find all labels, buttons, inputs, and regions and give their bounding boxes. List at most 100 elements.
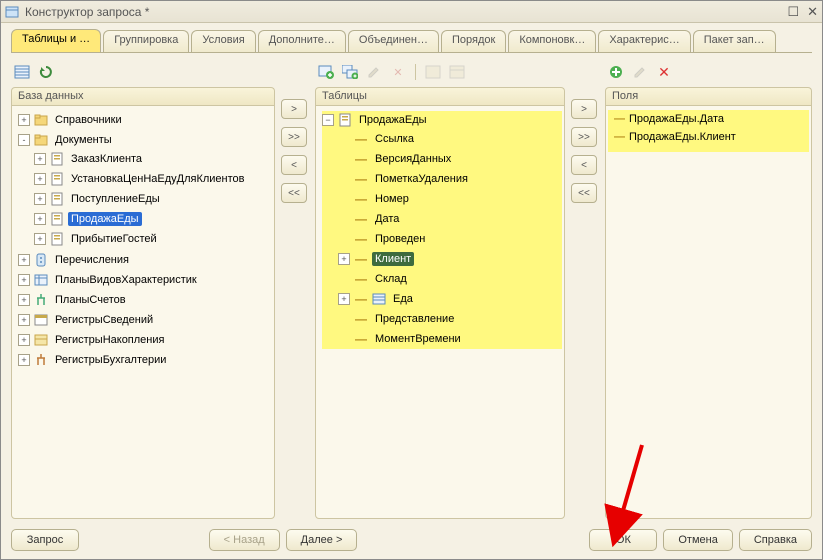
tree-label: Перечисления — [52, 253, 132, 267]
ok-button[interactable]: ОК — [589, 529, 657, 551]
tables-tree[interactable]: − ПродажаЕды —Ссылка—ВерсияДанных—Пометк… — [315, 105, 565, 519]
dash-icon: — — [614, 113, 625, 125]
tab-batch[interactable]: Пакет зап… — [693, 30, 776, 52]
add-nested-icon[interactable] — [341, 63, 359, 81]
tree-node[interactable]: —Представление — [338, 310, 562, 328]
table-icon[interactable] — [13, 63, 31, 81]
back-button[interactable]: < Назад — [209, 529, 280, 551]
tab-order[interactable]: Порядок — [441, 30, 506, 52]
tree-node[interactable]: +ПланыСчетов — [18, 291, 272, 309]
dash-icon: — — [354, 132, 368, 146]
tab-tables[interactable]: Таблицы и … — [11, 29, 101, 53]
move-all-right-button[interactable]: >> — [281, 127, 307, 147]
tab-union[interactable]: Объединен… — [348, 30, 439, 52]
dash-icon: — — [354, 292, 368, 306]
temp-table-icon[interactable] — [448, 63, 466, 81]
field-row[interactable]: —ПродажаЕды.Клиент — [608, 128, 809, 146]
move-right-button-2[interactable]: > — [571, 99, 597, 119]
tree-node[interactable]: +ЗаказКлиента — [34, 150, 272, 168]
tree-node[interactable]: +ПродажаЕды — [34, 210, 272, 228]
add-field-icon[interactable] — [607, 63, 625, 81]
tree-label: УстановкаЦенНаЕдуДляКлиентов — [68, 172, 248, 186]
help-button[interactable]: Справка — [739, 529, 812, 551]
expander-icon[interactable]: + — [18, 114, 30, 126]
expander-icon[interactable]: + — [338, 293, 350, 305]
fields-list[interactable]: —ПродажаЕды.Дата—ПродажаЕды.Клиент — [605, 105, 812, 519]
cancel-button[interactable]: Отмена — [663, 529, 732, 551]
query-button[interactable]: Запрос — [11, 529, 79, 551]
tree-node[interactable]: —Номер — [338, 190, 562, 208]
expander-icon[interactable]: - — [18, 134, 30, 146]
tree-label: Дата — [372, 212, 402, 226]
tree-node[interactable]: +—Еда — [338, 290, 562, 308]
tree-node[interactable]: +РегистрыНакопления — [18, 331, 272, 349]
tree-node[interactable]: +Справочники — [18, 111, 272, 129]
tree-node[interactable]: —ПометкаУдаления — [338, 170, 562, 188]
tree-node[interactable]: —Проведен — [338, 230, 562, 248]
tree-node[interactable]: +ПоступлениеЕды — [34, 190, 272, 208]
tree-node[interactable]: -Документы — [18, 131, 272, 149]
maximize-icon[interactable]: ☐ — [787, 4, 799, 20]
tree-node[interactable]: —Ссылка — [338, 130, 562, 148]
move-all-right-button-2[interactable]: >> — [571, 127, 597, 147]
refresh-icon[interactable] — [37, 63, 55, 81]
expander-icon[interactable]: + — [34, 173, 46, 185]
tab-additional[interactable]: Дополните… — [258, 30, 346, 52]
fields-column: ✕ Поля —ПродажаЕды.Дата—ПродажаЕды.Клиен… — [605, 61, 812, 519]
tree-label: ПланыВидовХарактеристик — [52, 273, 200, 287]
move-all-left-button-2[interactable]: << — [571, 183, 597, 203]
tree-node[interactable]: + ПланыВидовХарактеристик — [18, 271, 272, 289]
tables-panel-header: Таблицы — [315, 87, 565, 105]
tree-node[interactable]: —ВерсияДанных — [338, 150, 562, 168]
tree-node[interactable]: + РегистрыБухгалтерии — [18, 351, 272, 369]
regbuh-icon — [34, 353, 48, 367]
expander-icon[interactable]: + — [34, 193, 46, 205]
tree-node[interactable]: + Перечисления — [18, 251, 272, 269]
tree-node[interactable]: +—Клиент — [338, 250, 562, 268]
add-table-icon[interactable] — [317, 63, 335, 81]
tree-label: ВерсияДанных — [372, 152, 454, 166]
content-area: База данных +Справочники-Документы+Заказ… — [1, 53, 822, 523]
expander-icon[interactable]: + — [34, 213, 46, 225]
move-left-button[interactable]: < — [281, 155, 307, 175]
tab-composition[interactable]: Компоновк… — [508, 30, 596, 52]
tab-grouping[interactable]: Группировка — [103, 30, 189, 52]
folder-icon — [34, 133, 48, 147]
close-icon[interactable]: ✕ — [807, 4, 818, 20]
window-title: Конструктор запроса * — [25, 5, 781, 19]
move-left-button-2[interactable]: < — [571, 155, 597, 175]
tree-node[interactable]: —МоментВремени — [338, 330, 562, 348]
tree-node[interactable]: +ПрибытиеГостей — [34, 230, 272, 248]
tree-label: Склад — [372, 272, 410, 286]
expander-icon[interactable]: + — [18, 354, 30, 366]
tree-label: РегистрыБухгалтерии — [52, 353, 169, 367]
next-button[interactable]: Далее > — [286, 529, 358, 551]
move-right-button[interactable]: > — [281, 99, 307, 119]
expander-icon[interactable]: + — [18, 314, 30, 326]
expander-icon[interactable]: + — [18, 294, 30, 306]
expander-icon[interactable]: + — [18, 274, 30, 286]
expander-icon[interactable]: + — [338, 253, 350, 265]
tree-node[interactable]: —Склад — [338, 270, 562, 288]
tree-node-root[interactable]: − ПродажаЕды — [322, 111, 562, 129]
expander-icon[interactable]: − — [322, 114, 334, 126]
db-tree[interactable]: +Справочники-Документы+ЗаказКлиента+Уста… — [11, 105, 275, 519]
expander-icon[interactable]: + — [34, 153, 46, 165]
tree-label: Клиент — [372, 252, 414, 266]
tab-conditions[interactable]: Условия — [191, 30, 255, 52]
tab-characteristics[interactable]: Характерис… — [598, 30, 690, 52]
move-all-left-button[interactable]: << — [281, 183, 307, 203]
replace-icon[interactable] — [424, 63, 442, 81]
delete-field-icon[interactable]: ✕ — [655, 63, 673, 81]
tree-node[interactable]: —Дата — [338, 210, 562, 228]
field-row[interactable]: —ПродажаЕды.Дата — [608, 110, 809, 128]
tree-node[interactable]: + УстановкаЦенНаЕдуДляКлиентов — [34, 170, 272, 188]
edit-icon[interactable] — [365, 63, 383, 81]
expander-icon[interactable]: + — [18, 254, 30, 266]
edit-field-icon[interactable] — [631, 63, 649, 81]
expander-icon[interactable]: + — [18, 334, 30, 346]
tree-node[interactable]: +РегистрыСведений — [18, 311, 272, 329]
expander-icon[interactable]: + — [34, 233, 46, 245]
delete-icon[interactable]: ✕ — [389, 63, 407, 81]
query-designer-window: Конструктор запроса * ☐ ✕ Таблицы и … Гр… — [0, 0, 823, 560]
